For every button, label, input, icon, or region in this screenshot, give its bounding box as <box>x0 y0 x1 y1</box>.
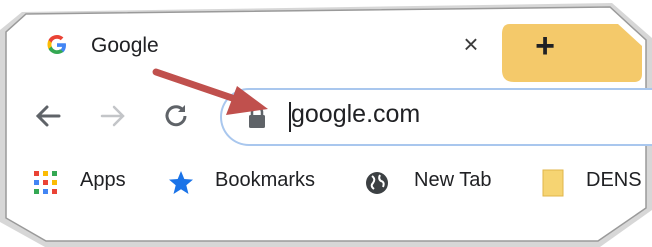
annotation-arrow <box>152 68 268 115</box>
